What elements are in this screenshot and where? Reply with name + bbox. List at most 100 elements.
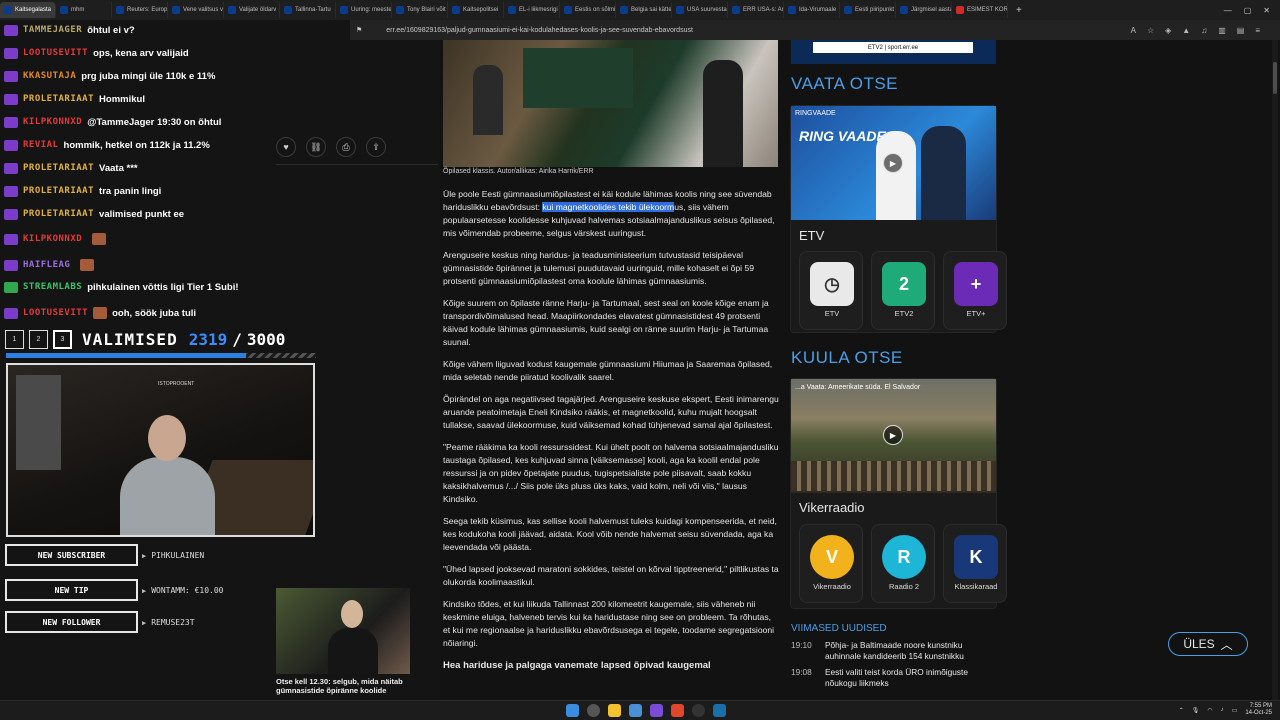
close-icon[interactable]: ✕ <box>1263 6 1270 15</box>
windows-start-icon[interactable] <box>566 704 579 717</box>
new-tab-button[interactable]: + <box>1008 5 1030 16</box>
paragraph: Kõige suurem on õpilaste ränne Harju- ja… <box>443 298 769 347</box>
news-item[interactable]: 19:10 Põhja- ja Baltimaade noore kunstni… <box>791 640 991 662</box>
translate-icon[interactable]: A <box>1131 26 1136 35</box>
cam-window <box>16 375 61 470</box>
edge-icon[interactable] <box>629 704 642 717</box>
app-icon[interactable] <box>650 704 663 717</box>
user-badge-icon <box>4 116 18 128</box>
clock-time: 7:55 PM <box>1249 703 1272 709</box>
search-icon[interactable] <box>587 704 600 717</box>
share-tools: ♥ ⛓ ⎙ ⇪ <box>276 137 386 157</box>
wifi-icon[interactable]: ◠ <box>1207 707 1212 714</box>
bookmark-icon[interactable]: ⚑ <box>356 26 362 34</box>
favicon-icon <box>172 6 180 14</box>
shield-icon[interactable]: ◈ <box>1165 26 1171 35</box>
chat-username[interactable]: TAMMEJAGER <box>23 25 82 35</box>
browser-tab[interactable]: Ida-Virumaale <box>784 2 840 18</box>
related-article-image[interactable] <box>276 588 410 674</box>
chat-username[interactable]: STREAMLABS <box>23 282 82 292</box>
link-icon[interactable]: ⛓ <box>306 137 326 157</box>
browser-tab[interactable]: EL-i liikmesrigi <box>504 2 560 18</box>
user-badge-icon <box>4 233 18 245</box>
emote-icon <box>80 259 95 271</box>
channel-vikerraadio[interactable]: V Vikerraadio <box>799 524 863 603</box>
chat-username[interactable]: PROLETARIAAT <box>23 186 94 196</box>
star-icon[interactable]: ☆ <box>1147 26 1154 35</box>
tv-live-thumbnail[interactable]: RINGVAADE RING VAADE ▶ <box>791 106 996 220</box>
chat-message: PROLETARIAAT tra panin lingi <box>4 182 161 200</box>
page-scrollbar[interactable] <box>1272 40 1278 700</box>
alert-value-text: REMUSE23T <box>151 618 195 627</box>
channel-etv[interactable]: ◷ ETV <box>799 251 863 330</box>
tab-label: Kaitsegalasta <box>15 7 52 13</box>
browser-tab[interactable]: Kaitsegalasta× <box>0 2 56 18</box>
news-item[interactable]: 19:08 Eesti valiti teist korda ÜRO inimõ… <box>791 667 991 689</box>
browser-tab[interactable]: Järgmisel aasta <box>896 2 952 18</box>
minimize-icon[interactable]: — <box>1224 6 1232 15</box>
brave-icon[interactable] <box>671 704 684 717</box>
sidebar-banner[interactable]: ETV2 | sport.err.ee <box>791 40 996 64</box>
chat-username[interactable]: PROLETARIAAT <box>23 94 94 104</box>
url-field[interactable]: err.ee/1609829163/paljud-gumnaasiumi-ei-… <box>386 27 693 34</box>
browser-tab[interactable]: Eesti piiripunkt <box>840 2 896 18</box>
browser-tab[interactable]: Vene valitsus v <box>168 2 224 18</box>
play-icon[interactable]: ▶ <box>883 425 903 445</box>
microphone-icon[interactable]: 🎙 <box>1192 707 1200 714</box>
channel-raadio2[interactable]: R Raadio 2 <box>871 524 935 603</box>
chat-username[interactable]: KILPKONNXD <box>23 117 82 127</box>
menu-icon[interactable]: ≡ <box>1255 26 1260 35</box>
channel-etv2[interactable]: 2 ETV2 <box>871 251 935 330</box>
chat-username[interactable]: LOOTUSEVITT <box>23 308 88 318</box>
obs-icon[interactable] <box>692 704 705 717</box>
battery-icon[interactable]: ▭ <box>1232 707 1238 714</box>
chat-username[interactable]: HAIFLEAG <box>23 260 70 270</box>
browser-tab[interactable]: Reuters: Europe <box>112 2 168 18</box>
browser-tab[interactable]: USA suurvestan <box>672 2 728 18</box>
chat-username[interactable]: KILPKONNXD <box>23 234 82 244</box>
host-figure <box>876 131 916 220</box>
maximize-icon[interactable]: ▢ <box>1244 6 1252 15</box>
sidebar-icon[interactable]: ▥ <box>1218 26 1226 35</box>
browser-tab[interactable]: Uuring: meeste <box>336 2 392 18</box>
chevron-up-icon[interactable]: ⌃ <box>1179 707 1184 714</box>
related-article-title[interactable]: Otse kell 12.30: selgub, mida näitab güm… <box>276 677 416 695</box>
browser-tab[interactable]: Belgia sai kätte <box>616 2 672 18</box>
chat-username[interactable]: KKASUTAJA <box>23 71 76 81</box>
play-icon[interactable]: ▶ <box>883 153 903 173</box>
steam-icon[interactable] <box>713 704 726 717</box>
selected-text[interactable]: kui magnetkoolides tekib ülekoorm <box>542 202 675 212</box>
channel-etv-plus[interactable]: + ETV+ <box>943 251 1007 330</box>
heart-icon[interactable]: ♥ <box>276 137 296 157</box>
scroll-to-top-button[interactable]: ÜLES ︿ <box>1168 632 1248 656</box>
chat-username[interactable]: PROLETARIAAT <box>23 209 94 219</box>
browser-tab[interactable]: ERR USA-s: Am <box>728 2 784 18</box>
browser-tab[interactable]: ESIMEST KORD <box>952 2 1008 18</box>
tv-tag: RINGVAADE <box>795 110 836 117</box>
chat-username[interactable]: PROLETARIAAT <box>23 163 94 173</box>
browser-tab[interactable]: Eestis on sõlmi <box>560 2 616 18</box>
browser-tab[interactable]: Tallinna-Tartu <box>280 2 336 18</box>
chat-username[interactable]: LOOTUSEVITT <box>23 48 88 58</box>
chat-text: valimised punkt ee <box>99 208 185 220</box>
radio-live-thumbnail[interactable]: ...a Vaata: Ameerikate süda. El Salvador… <box>791 379 996 493</box>
user-badge-icon <box>4 24 18 36</box>
file-explorer-icon[interactable] <box>608 704 621 717</box>
media-icon[interactable]: ♫ <box>1201 26 1207 35</box>
browser-tab[interactable]: Valijate öldarv <box>224 2 280 18</box>
extension-icon[interactable]: ▲ <box>1182 26 1190 35</box>
wallet-icon[interactable]: ▤ <box>1237 26 1245 35</box>
speaker-icon[interactable]: ♪ <box>1221 707 1224 713</box>
share-icon[interactable]: ⇪ <box>366 137 386 157</box>
browser-tab[interactable]: Kaitsepolitsei <box>448 2 504 18</box>
print-icon[interactable]: ⎙ <box>336 137 356 157</box>
raadio2-logo-icon: R <box>882 535 926 579</box>
chat-username[interactable]: REVIAL <box>23 140 59 150</box>
browser-tab[interactable]: Tony Blairi võit <box>392 2 448 18</box>
alert-tip-value: ▶ WONTAMM: €10.00 <box>142 586 223 595</box>
browser-tab[interactable]: mhm <box>56 2 112 18</box>
chat-message: TAMMEJAGER õhtul ei v? <box>4 21 135 39</box>
channel-klassikaraadio[interactable]: K Klassikaraad <box>943 524 1007 603</box>
scrollbar-thumb[interactable] <box>1273 62 1277 94</box>
clock[interactable]: 7:55 PM 14-Oct-25 <box>1245 703 1272 717</box>
